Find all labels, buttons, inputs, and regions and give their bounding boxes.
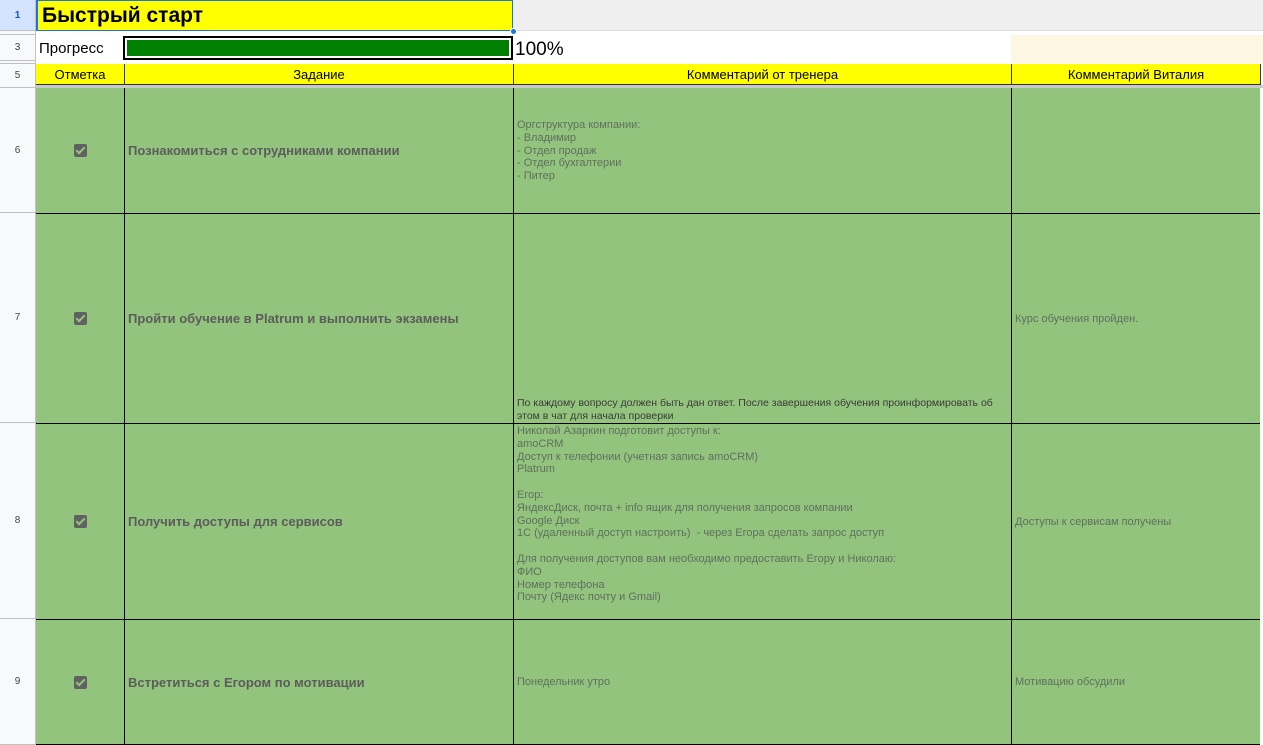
row-header-6[interactable]: 6 — [0, 88, 36, 213]
progress-row-empty-cell[interactable] — [1011, 35, 1263, 63]
task-cell[interactable]: Познакомиться с сотрудниками компании — [125, 88, 514, 214]
title-row-empty-cells[interactable] — [513, 0, 1263, 31]
task-cell[interactable]: Встретиться с Егором по мотивации — [125, 620, 514, 745]
table-row-checkbox-cell[interactable] — [36, 620, 125, 745]
header-task[interactable]: Задание — [125, 64, 514, 85]
progress-bar[interactable] — [123, 36, 513, 60]
vitaly-comment-cell[interactable]: Курс обучения пройден. — [1012, 214, 1261, 424]
trainer-comment-cell[interactable]: Оргструктура компании: - Владимир - Отде… — [514, 88, 1012, 214]
title-cell[interactable]: Быстрый старт — [36, 0, 513, 31]
table-row-checkbox-cell[interactable] — [36, 424, 125, 620]
row-header-9[interactable]: 9 — [0, 619, 36, 745]
header-mark[interactable]: Отметка — [36, 64, 125, 85]
task-cell[interactable]: Пройти обучение в Platrum и выполнить эк… — [125, 214, 514, 424]
selection-fill-handle[interactable] — [510, 28, 517, 35]
row-header-5[interactable]: 5 — [0, 64, 36, 88]
checkbox-checked[interactable] — [73, 312, 87, 325]
table-row-checkbox-cell[interactable] — [36, 214, 125, 424]
progress-label[interactable]: Прогресс — [36, 33, 124, 64]
row-header-8[interactable]: 8 — [0, 423, 36, 619]
table-row-checkbox-cell[interactable] — [36, 88, 125, 214]
task-cell[interactable]: Получить доступы для сервисов — [125, 424, 514, 620]
vitaly-comment-cell[interactable]: Мотивацию обсудили — [1012, 620, 1261, 745]
header-vitaly-comment[interactable]: Комментарий Виталия — [1012, 64, 1261, 85]
trainer-comment-cell[interactable]: Понедельник утро — [514, 620, 1012, 745]
spreadsheet-grid: 1 3 5 6 7 8 9 Быстрый старт Прогресс 100… — [0, 0, 1263, 745]
trainer-comment-cell[interactable]: По каждому вопросу должен быть дан ответ… — [514, 214, 1012, 424]
trainer-comment-cell[interactable]: Николай Азаркин подготовит доступы к: am… — [514, 424, 1012, 620]
row-header-7[interactable]: 7 — [0, 213, 36, 423]
header-trainer-comment[interactable]: Комментарий от тренера — [514, 64, 1012, 85]
checkbox-checked[interactable] — [73, 515, 87, 528]
vitaly-comment-cell[interactable] — [1012, 88, 1261, 214]
vitaly-comment-cell[interactable]: Доступы к сервисам получены — [1012, 424, 1261, 620]
progress-percent[interactable]: 100% — [515, 36, 564, 64]
row-header-1[interactable]: 1 — [0, 0, 36, 31]
checkbox-checked[interactable] — [73, 675, 87, 689]
progress-bar-fill — [127, 40, 509, 56]
checkbox-checked[interactable] — [73, 144, 87, 157]
row-header-3[interactable]: 3 — [0, 35, 36, 61]
